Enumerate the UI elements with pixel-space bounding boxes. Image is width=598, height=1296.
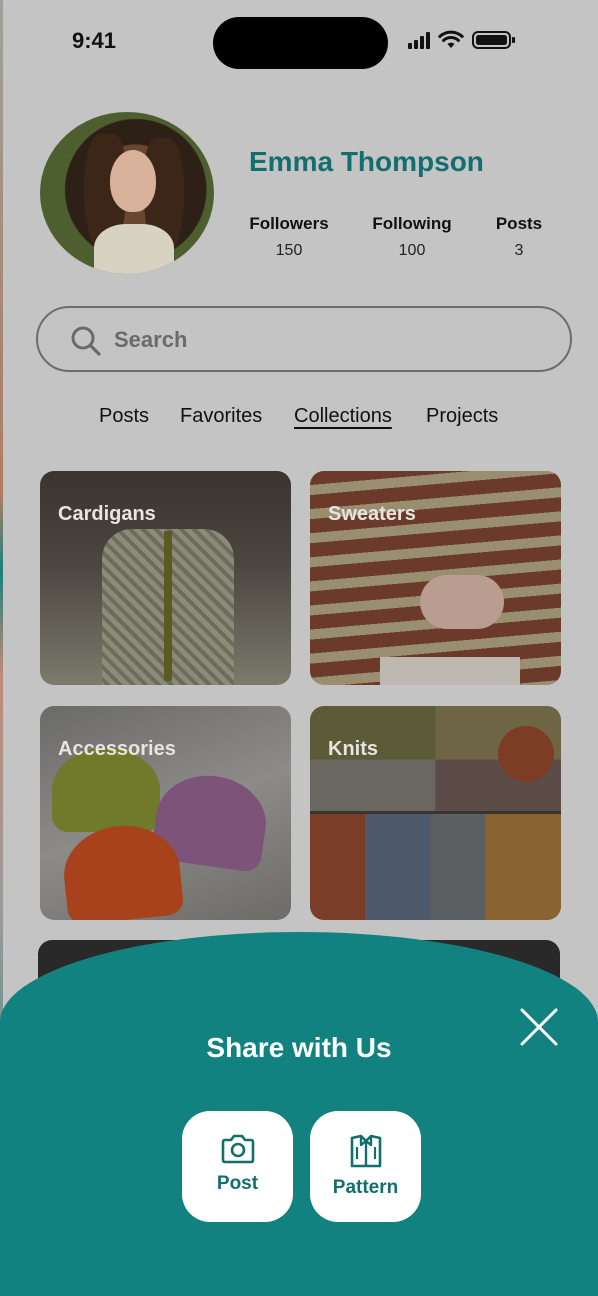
share-pattern-button[interactable]: Pattern (310, 1111, 421, 1222)
stat-label: Following (372, 214, 452, 233)
collection-label: Sweaters (328, 503, 416, 525)
search-input[interactable] (114, 322, 534, 358)
collection-label: Knits (328, 738, 378, 760)
cellular-signal-icon (408, 31, 430, 49)
stat-value: 3 (514, 242, 524, 259)
collection-card-knits[interactable]: Knits (310, 706, 561, 920)
collection-card-sweaters[interactable]: Sweaters (310, 471, 561, 685)
wifi-icon (438, 30, 464, 48)
search-icon (71, 326, 101, 356)
share-sheet: Share with Us Post Pattern (0, 932, 598, 1296)
stat-value: 100 (398, 242, 426, 259)
stat-value: 150 (275, 242, 303, 259)
status-time: 9:41 (72, 28, 117, 53)
sweater-image (420, 575, 504, 629)
collection-label: Cardigans (58, 503, 156, 525)
stat-following[interactable]: Following 100 (372, 214, 452, 260)
collection-card-accessories[interactable]: Accessories (40, 706, 291, 920)
tab-posts[interactable]: Posts (99, 405, 149, 428)
search-bar[interactable] (36, 306, 572, 372)
share-post-button[interactable]: Post (182, 1111, 293, 1222)
status-icons (408, 30, 516, 50)
tab-favorites[interactable]: Favorites (180, 405, 262, 428)
collection-label: Accessories (58, 738, 176, 760)
collection-card-cardigans[interactable]: Cardigans (40, 471, 291, 685)
stat-followers[interactable]: Followers 150 (249, 214, 329, 260)
close-icon[interactable] (520, 1008, 558, 1046)
stat-label: Followers (249, 214, 329, 233)
avatar[interactable] (40, 112, 214, 274)
share-sheet-title: Share with Us (206, 1032, 392, 1063)
mug-image (498, 726, 554, 782)
share-button-label: Post (216, 1173, 259, 1194)
profile-name: Emma Thompson (249, 146, 484, 177)
stat-posts[interactable]: Posts 3 (494, 214, 544, 260)
camera-icon (221, 1134, 254, 1164)
blanket-image (310, 814, 561, 920)
tab-projects[interactable]: Projects (426, 405, 498, 428)
tab-collections[interactable]: Collections (294, 405, 392, 428)
dynamic-island (213, 17, 388, 69)
pattern-shirt-icon (350, 1134, 381, 1168)
battery-icon (472, 31, 515, 49)
share-button-label: Pattern (332, 1177, 399, 1198)
stat-label: Posts (495, 214, 543, 233)
